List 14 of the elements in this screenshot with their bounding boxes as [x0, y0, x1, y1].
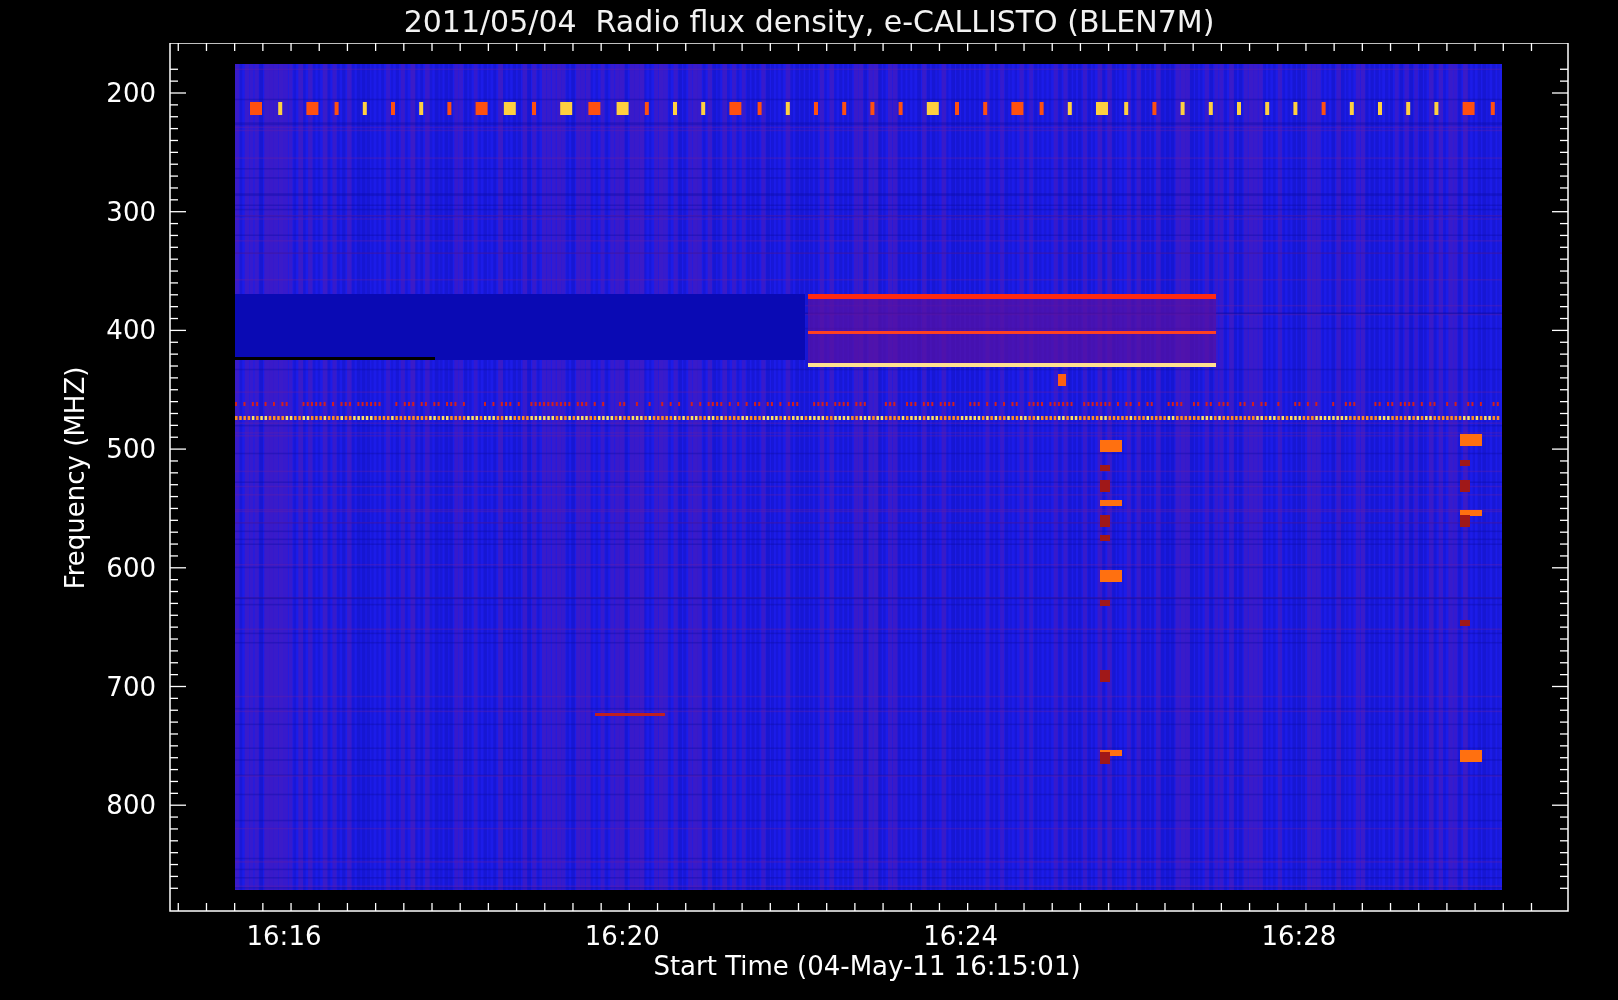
- axis-label: Frequency (MHZ): [60, 366, 90, 590]
- tick-label: 16:28: [1261, 921, 1337, 951]
- plot-title: 2011/05/04 Radio flux density, e-CALLISTO (BLEN7M): [403, 3, 1215, 41]
- tick-label: 800: [106, 790, 156, 821]
- tick-label: 200: [106, 78, 156, 108]
- tick-label: 600: [106, 552, 156, 583]
- tick-label: 16:20: [584, 921, 660, 951]
- tick-label: 16:16: [246, 921, 322, 951]
- tick-label: 700: [106, 671, 156, 702]
- tick-label: 300: [106, 196, 156, 227]
- tick-label: 500: [106, 434, 156, 465]
- axis-label: Start Time (04-May-11 16:15:01): [653, 951, 1081, 981]
- tick-label: 400: [106, 315, 156, 346]
- tick-label: 16:24: [923, 921, 999, 951]
